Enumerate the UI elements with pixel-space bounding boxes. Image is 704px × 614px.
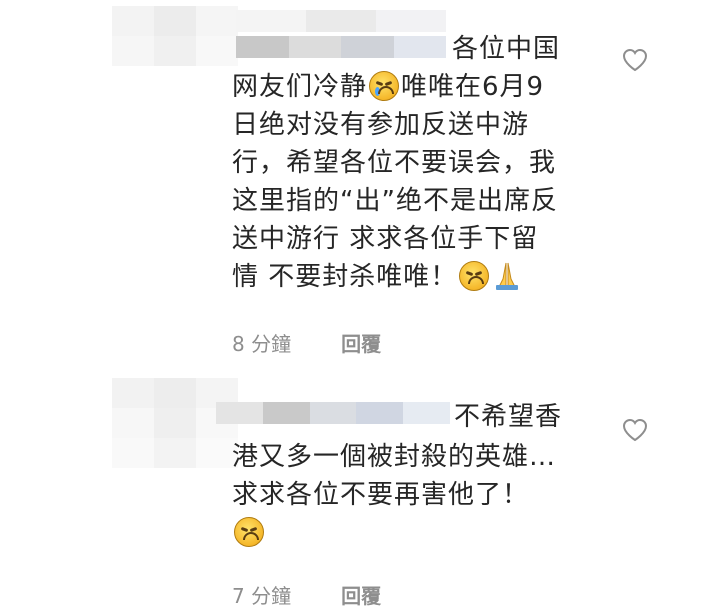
comment-line: 不希望香 xyxy=(454,402,563,432)
comment-line: 送中游行 求求各位手下留 xyxy=(232,224,539,254)
confounded-face-emoji xyxy=(459,261,490,291)
comment-text: 不希望香 xyxy=(454,398,562,436)
comment-text: 港又多一個被封殺的英雄… 求求各位不要再害他了！ xyxy=(232,438,556,552)
comment-line-text: 网友们冷静 xyxy=(232,72,368,102)
comment-2: 不希望香 港又多一個被封殺的英雄… 求求各位不要再害他了！ 7 分鐘 回覆 xyxy=(0,370,704,614)
avatar-blurred-lower xyxy=(112,36,238,66)
confounded-face-emoji xyxy=(234,517,264,547)
comment-line xyxy=(232,514,556,552)
crying-face-emoji xyxy=(369,71,400,101)
comment-line: 求求各位不要再害他了！ xyxy=(232,480,530,510)
comment-line-text: 唯唯在6月9 xyxy=(401,72,545,102)
comment-line: 日绝对没有参加反送中游 xyxy=(232,110,530,140)
comment-line-text: 情 不要封杀唯唯！ xyxy=(232,262,458,292)
comment-timestamp: 7 分鐘 xyxy=(232,584,292,608)
comment-line: 各位中国 xyxy=(452,34,561,64)
comment-meta: 8 分鐘 回覆 xyxy=(232,328,381,357)
comment-meta: 7 分鐘 回覆 xyxy=(232,580,381,609)
comment-text: 网友们冷静 唯唯在6月9 日绝对没有参加反送中游 行，希望各位不要误会，我 这里指… xyxy=(232,68,558,296)
avatar-blurred-bottom xyxy=(112,438,238,468)
username-blurred-top xyxy=(236,10,446,32)
comment-line: 这里指的“出”绝不是出席反 xyxy=(232,186,558,216)
reply-button[interactable]: 回覆 xyxy=(341,580,381,609)
heart-outline-icon[interactable] xyxy=(622,418,648,442)
folded-hands-emoji xyxy=(496,262,519,290)
comment-line: 情 不要封杀唯唯！ xyxy=(232,258,558,296)
username-blurred[interactable] xyxy=(216,402,450,424)
reply-button[interactable]: 回覆 xyxy=(341,328,381,357)
username-blurred[interactable] xyxy=(236,36,446,58)
comment-line: 行，希望各位不要误会，我 xyxy=(232,148,557,178)
comment-line: 网友们冷静 唯唯在6月9 xyxy=(232,68,558,106)
comment-text: 各位中国 xyxy=(452,30,560,68)
comment-1: 各位中国 网友们冷静 唯唯在6月9 日绝对没有参加反送中游 行，希望各位不要误会，… xyxy=(0,0,704,370)
comment-timestamp: 8 分鐘 xyxy=(232,332,292,356)
avatar-blurred[interactable] xyxy=(112,6,238,36)
heart-outline-icon[interactable] xyxy=(622,48,648,72)
comment-line: 港又多一個被封殺的英雄… xyxy=(232,442,557,472)
